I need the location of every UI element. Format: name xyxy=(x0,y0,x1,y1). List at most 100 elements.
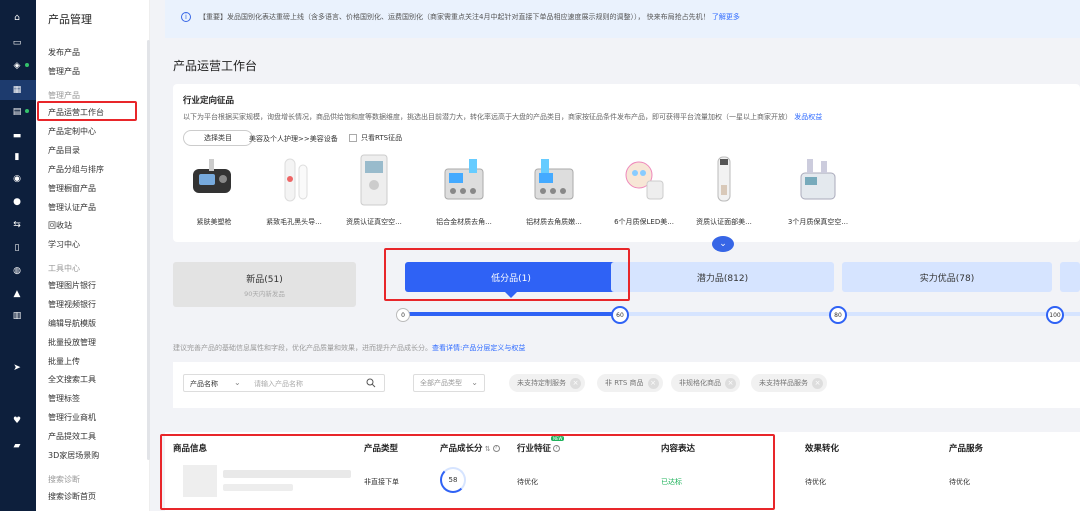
heart-icon[interactable]: ♥ xyxy=(11,415,23,427)
product-card[interactable]: 6个月质保LED美... xyxy=(605,154,685,234)
highlight-box-tab xyxy=(384,248,630,301)
send-icon[interactable]: ➤ xyxy=(11,362,23,374)
location-icon[interactable]: ◉ xyxy=(11,173,23,185)
score-track xyxy=(405,312,1080,316)
product-card[interactable]: 资质认证真空空... xyxy=(335,154,415,234)
rights-link[interactable]: 发品权益 xyxy=(794,113,822,121)
menu-scrollbar[interactable] xyxy=(147,40,150,460)
menu-item-batch-upload[interactable]: 批量上传 xyxy=(48,356,80,367)
menu-item-video-bank[interactable]: 管理视频银行 xyxy=(48,299,96,310)
product-label: 铝合金材质去角... xyxy=(436,218,492,226)
tab-more[interactable] xyxy=(1060,262,1080,292)
product-type-select[interactable]: 全部产品类型 ⌄ xyxy=(413,374,485,392)
menu-item-efficiency[interactable]: 产品提效工具 xyxy=(48,431,96,442)
menu-item-certified[interactable]: 管理认证产品 xyxy=(48,202,96,213)
filter-pill[interactable]: 非规格化商品 × xyxy=(671,374,740,392)
filter-pill[interactable]: 未支持样品服务 × xyxy=(751,374,827,392)
product-label: 6个月质保LED美... xyxy=(614,218,674,226)
search-icon[interactable] xyxy=(366,378,376,388)
menu-item-tags[interactable]: 管理标签 xyxy=(48,393,80,404)
search-field-select[interactable]: 产品名称 xyxy=(190,379,218,389)
product-card[interactable]: 紧致毛孔黑头导... xyxy=(255,154,335,234)
menu-item-customize[interactable]: 产品定制中心 xyxy=(48,126,96,137)
status-dot xyxy=(25,109,29,113)
filter-pill[interactable]: 非 RTS 商品 × xyxy=(597,374,663,392)
score-track-fill xyxy=(405,312,615,316)
score-node: 100 xyxy=(1046,306,1064,324)
close-icon[interactable]: × xyxy=(647,377,659,389)
briefcase-icon[interactable]: ▰ xyxy=(11,440,23,452)
globe-icon[interactable]: ◍ xyxy=(11,265,23,277)
chat-icon[interactable]: ▬ xyxy=(11,130,23,142)
filter-bar: 产品名称 ⌄ 请输入产品名称 全部产品类型 ⌄ 未支持定制服务 × 非 RTS 商品… xyxy=(173,362,1080,408)
chevron-down-icon: ⌄ xyxy=(719,239,727,249)
menu-item-batch-placement[interactable]: 批量投放管理 xyxy=(48,337,96,348)
close-icon[interactable]: × xyxy=(725,377,736,389)
ship-icon[interactable]: ▲ xyxy=(11,288,23,300)
menu-group-label: 搜索诊断 xyxy=(48,475,80,484)
menu-item-fulltext-search[interactable]: 全文搜索工具 xyxy=(48,374,96,385)
menu-item-nav-template[interactable]: 编辑导航模版 xyxy=(48,318,96,329)
product-card[interactable]: 铝材质去角质嫩... xyxy=(515,154,595,234)
menu-item-manage[interactable]: 管理产品 xyxy=(48,66,80,77)
score-node: 0 xyxy=(396,308,410,322)
menu-item-recycle[interactable]: 回收站 xyxy=(48,220,72,231)
menu-item-catalog[interactable]: 产品目录 xyxy=(48,145,80,156)
industry-heading: 行业定向征品 xyxy=(183,96,235,106)
menu-item-showcase[interactable]: 管理橱窗产品 xyxy=(48,183,96,194)
product-card[interactable]: 3个月质保真空空... xyxy=(779,154,859,234)
filter-pill[interactable]: 未支持定制服务 × xyxy=(509,374,585,392)
menu-item-publish[interactable]: 发布产品 xyxy=(48,47,80,58)
grid-icon[interactable]: ▦ xyxy=(11,84,23,96)
chevron-down-icon[interactable]: ⌄ xyxy=(234,378,241,387)
side-menu: 产品管理 发布产品 管理产品 管理产品 产品运营工作台 产品定制中心 产品目录 … xyxy=(36,0,150,511)
product-label: 资质认证真空空... xyxy=(346,218,402,226)
product-image xyxy=(699,154,749,206)
search-input[interactable]: 产品名称 ⌄ 请输入产品名称 xyxy=(183,374,385,392)
hint-link[interactable]: 查看详情:产品分层定义与权益 xyxy=(432,344,525,352)
home-icon[interactable]: ⌂ xyxy=(11,12,23,24)
category-path: 美容及个人护理>>美容设备 xyxy=(249,135,338,143)
tab-new-products[interactable]: 新品(51) 90天内新发品 xyxy=(173,262,356,307)
product-image xyxy=(349,154,399,206)
menu-group-label: 工具中心 xyxy=(48,264,80,273)
close-icon[interactable]: × xyxy=(812,377,823,389)
shield-icon[interactable]: ◈ xyxy=(11,60,23,72)
checkbox-box[interactable] xyxy=(349,134,357,142)
info-icon: i xyxy=(181,12,191,22)
chart-icon[interactable]: ▮ xyxy=(11,151,23,163)
menu-item-image-bank[interactable]: 管理图片银行 xyxy=(48,280,96,291)
bank-icon[interactable]: ▥ xyxy=(11,310,23,322)
store-icon[interactable]: ▤ xyxy=(11,106,23,118)
notice-link[interactable]: 了解更多 xyxy=(712,13,740,21)
product-card[interactable]: 紧肤美塑枪 xyxy=(175,154,255,234)
notice-banner: i 【重要】发品国别化表达重磅上线（含多语言、价格国别化、运费国别化（商家需重点… xyxy=(165,0,1080,38)
rts-checkbox[interactable]: 只看RTS征品 xyxy=(349,133,402,143)
product-label: 3个月质保真空空... xyxy=(787,218,849,226)
product-card[interactable]: 资质认证面部美... xyxy=(685,154,765,234)
col-header: 产品服务 xyxy=(949,444,984,454)
exchange-icon[interactable]: ⇆ xyxy=(11,219,23,231)
tab-strong[interactable]: 实力优品(78) xyxy=(842,262,1052,292)
menu-item-grouping[interactable]: 产品分组与排序 xyxy=(48,164,104,175)
score-node: 60 xyxy=(611,306,629,324)
document-icon[interactable]: ▯ xyxy=(11,242,23,254)
inbox-icon[interactable]: ▭ xyxy=(11,37,23,49)
menu-item-3d-scene[interactable]: 3D家居场景购 xyxy=(48,450,99,461)
menu-group-label: 管理产品 xyxy=(48,91,80,100)
menu-item-search-diagnosis[interactable]: 搜索诊断首页 xyxy=(48,491,96,502)
menu-item-learning[interactable]: 学习中心 xyxy=(48,239,80,250)
menu-item-opportunities[interactable]: 管理行业商机 xyxy=(48,412,96,423)
tab-potential[interactable]: 潜力品(812) xyxy=(611,262,834,292)
product-card[interactable]: 铝合金材质去角... xyxy=(425,154,505,234)
select-category-button[interactable]: 选择类目 xyxy=(183,130,253,146)
close-icon[interactable]: × xyxy=(570,377,581,389)
tab-label: 实力优品(78) xyxy=(919,273,975,284)
highlight-box-menu xyxy=(37,101,137,121)
tab-label: 潜力品(812) xyxy=(696,273,749,284)
search-placeholder[interactable]: 请输入产品名称 xyxy=(254,379,303,389)
product-image xyxy=(189,154,239,206)
highlight-box-table xyxy=(160,434,775,510)
expand-toggle[interactable]: ⌄ xyxy=(712,236,734,252)
users-icon[interactable]: ● xyxy=(11,196,23,208)
